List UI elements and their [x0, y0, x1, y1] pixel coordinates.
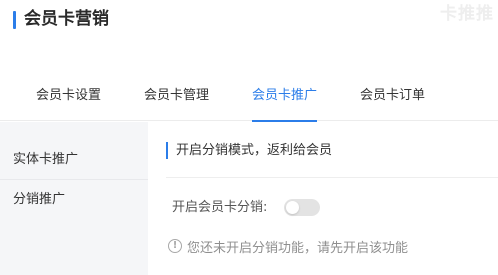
tab-card-settings[interactable]: 会员卡设置	[36, 70, 101, 121]
page-header: 会员卡营销 卡推推	[0, 0, 498, 40]
page-title: 会员卡营销	[24, 9, 109, 29]
distribution-toggle[interactable]	[284, 199, 320, 216]
sidebar: 实体卡推广 分销推广	[0, 122, 148, 275]
tab-card-promotion[interactable]: 会员卡推广	[252, 70, 318, 122]
main-content: 开启分销模式，返利给会员 开启会员卡分销: ! 您还未开启分销功能，请先开启该功…	[148, 122, 498, 275]
tab-card-orders[interactable]: 会员卡订单	[360, 70, 425, 121]
section-title: 开启分销模式，返利给会员	[176, 143, 333, 158]
section-divider	[166, 177, 498, 178]
watermark-logo: 卡推推	[440, 4, 494, 24]
info-icon: !	[168, 239, 182, 253]
notice-text: 您还未开启分销功能，请先开启该功能	[187, 240, 409, 256]
sidebar-item-distribution[interactable]: 分销推广	[0, 180, 148, 220]
tab-bar: 会员卡设置 会员卡管理 会员卡推广 会员卡订单	[0, 70, 498, 122]
notice-message: ! 您还未开启分销功能，请先开启该功能	[168, 237, 409, 256]
sidebar-item-physical-card[interactable]: 实体卡推广	[0, 140, 148, 180]
title-accent-bar	[13, 11, 16, 29]
tab-card-management[interactable]: 会员卡管理	[144, 70, 209, 121]
distribution-toggle-label: 开启会员卡分销:	[172, 200, 268, 215]
section-accent-bar	[166, 142, 168, 159]
toggle-knob	[286, 201, 299, 214]
